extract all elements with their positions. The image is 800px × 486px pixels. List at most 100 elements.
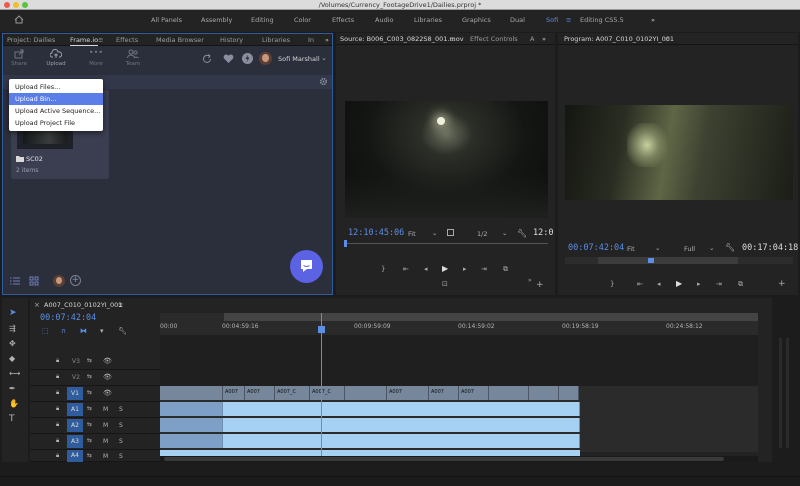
audio-clip[interactable] xyxy=(223,418,580,432)
team-tool[interactable]: Team xyxy=(120,49,146,67)
program-go-to-in-icon[interactable]: ⇤ xyxy=(637,280,643,288)
source-step-back-icon[interactable]: ◂ xyxy=(424,265,428,273)
source-playhead[interactable] xyxy=(344,240,347,247)
slip-tool-icon[interactable]: ⟷ xyxy=(9,369,20,378)
track-target-a3[interactable]: A3 xyxy=(67,435,83,448)
tab-program[interactable]: Program: A007_C010_0102YI_001 xyxy=(564,33,674,45)
tab-audio-clip-mixer[interactable]: A xyxy=(530,33,534,45)
source-scrub-bar[interactable] xyxy=(345,243,548,244)
tab-media-browser[interactable]: Media Browser xyxy=(156,34,204,46)
lightning-icon[interactable] xyxy=(242,53,253,64)
ripple-edit-tool-icon[interactable]: ✥ xyxy=(9,339,16,348)
tab-program-menu-icon[interactable]: ≡ xyxy=(665,33,670,45)
video-clip[interactable]: A007 xyxy=(387,386,429,400)
track-header-v3[interactable]: 🔒︎ V3 ⇆ 👁︎ xyxy=(30,354,160,370)
video-clip[interactable]: A007 xyxy=(459,386,489,400)
timeline-playhead[interactable] xyxy=(318,313,326,456)
program-video-frame[interactable] xyxy=(565,105,793,200)
program-lift-icon[interactable]: ⧉ xyxy=(738,280,743,289)
solo-button[interactable]: S xyxy=(119,453,123,460)
snap-icon[interactable]: ∩ xyxy=(61,327,66,335)
program-timecode[interactable]: 00:07:42:04 xyxy=(568,243,624,253)
audio-clip[interactable] xyxy=(160,402,223,416)
source-resolution-chevron-icon[interactable]: ⌄ xyxy=(502,229,507,237)
audio-clip[interactable] xyxy=(223,402,580,416)
solo-button[interactable]: S xyxy=(119,422,123,429)
more-tabs-icon[interactable]: » xyxy=(325,34,329,46)
tab-source-menu-icon[interactable]: ≡ xyxy=(450,33,455,45)
program-wrench-icon[interactable]: 🔧︎ xyxy=(725,243,735,252)
workspace-menu-icon[interactable]: ≡ xyxy=(566,10,571,30)
mute-button[interactable]: M xyxy=(103,453,108,460)
sync-lock-icon[interactable]: ⇆ xyxy=(87,373,92,380)
tab-source[interactable]: Source: B006_C003_0822S8_001.mov xyxy=(340,33,464,45)
track-header-a3[interactable]: 🔒︎ A3 ⇆ M S xyxy=(30,434,160,450)
workspace-graphics[interactable]: Graphics xyxy=(462,10,491,30)
tab-frameio-menu-icon[interactable]: ≡ xyxy=(98,34,103,46)
timeline-settings-wrench-icon[interactable]: 🔧︎ xyxy=(118,327,127,335)
workspace-effects[interactable]: Effects xyxy=(332,10,354,30)
track-header-a4[interactable]: 🔒︎ A4 ⇆ M S xyxy=(30,450,160,462)
mute-button[interactable]: M xyxy=(103,406,108,413)
sync-lock-icon[interactable]: ⇆ xyxy=(87,437,92,444)
track-header-v1[interactable]: 🔒︎ V1 ⇆ 👁︎ xyxy=(30,386,160,402)
avatar[interactable] xyxy=(259,52,272,65)
user-avatar-small[interactable] xyxy=(53,275,65,287)
source-go-to-in-icon[interactable]: ⇤ xyxy=(403,265,409,273)
audio-clip[interactable] xyxy=(160,418,223,432)
time-ruler[interactable]: 00:00 00:04:59:16 00:09:59:09 00:14:59:0… xyxy=(160,313,758,335)
program-go-to-out-icon[interactable]: ⇥ xyxy=(716,280,722,288)
program-zoom-chevron-icon[interactable]: ⌄ xyxy=(655,244,660,252)
solo-button[interactable]: S xyxy=(119,438,123,445)
source-resolution-select[interactable]: 1/2 xyxy=(477,230,487,238)
tab-libraries[interactable]: Libraries xyxy=(262,34,290,46)
program-step-back-icon[interactable]: ◂ xyxy=(657,280,661,288)
user-name[interactable]: Sofi Marshall xyxy=(278,55,320,63)
sequence-menu-icon[interactable]: ≡ xyxy=(118,301,123,309)
track-select-tool-icon[interactable]: ⇶ xyxy=(9,324,16,333)
workspace-all-panels[interactable]: All Panels xyxy=(151,10,182,30)
nest-icon[interactable]: ⬚ xyxy=(42,327,49,335)
program-playhead[interactable] xyxy=(648,258,654,263)
grid-view-icon[interactable] xyxy=(29,276,39,286)
timeline-scrollbar[interactable] xyxy=(160,456,758,462)
program-quality-chevron-icon[interactable]: ⌄ xyxy=(709,244,714,252)
upload-active-sequence-menu-item[interactable]: Upload Active Sequence... xyxy=(9,105,103,117)
upload-project-file-menu-item[interactable]: Upload Project File xyxy=(9,117,103,129)
mute-button[interactable]: M xyxy=(103,438,108,445)
track-header-a1[interactable]: 🔒︎ A1 ⇆ M S xyxy=(30,402,160,418)
type-tool-icon[interactable]: T xyxy=(9,414,15,424)
video-clip[interactable] xyxy=(489,386,529,400)
program-quality-select[interactable]: Full xyxy=(684,245,695,253)
lock-icon[interactable]: 🔒︎ xyxy=(56,389,59,397)
upload-bin-menu-item[interactable]: Upload Bin... xyxy=(9,93,103,105)
tab-project[interactable]: Project: Dailies xyxy=(7,34,55,46)
work-area-bar[interactable] xyxy=(224,313,758,321)
sync-lock-icon[interactable]: ⇆ xyxy=(87,405,92,412)
video-clip[interactable]: A007 xyxy=(429,386,459,400)
program-zoom-select[interactable]: Fit xyxy=(627,245,635,253)
solo-button[interactable]: S xyxy=(119,406,123,413)
tab-history[interactable]: History xyxy=(220,34,243,46)
workspace-assembly[interactable]: Assembly xyxy=(201,10,232,30)
hand-tool-icon[interactable]: ✋ xyxy=(9,399,19,408)
lock-icon[interactable]: 🔒︎ xyxy=(56,437,59,445)
sync-lock-icon[interactable]: ⇆ xyxy=(87,389,92,396)
more-tool[interactable]: ••• More xyxy=(83,49,109,68)
track-target-a2[interactable]: A2 xyxy=(67,419,83,432)
workspace-color[interactable]: Color xyxy=(294,10,311,30)
upload-tool[interactable]: Upload xyxy=(43,49,69,67)
video-clip[interactable]: A007_C xyxy=(310,386,345,400)
source-zoom-select[interactable]: Fit xyxy=(408,230,416,238)
video-clip[interactable] xyxy=(559,386,579,400)
chat-fab-button[interactable] xyxy=(290,250,323,283)
upload-files-menu-item[interactable]: Upload Files... xyxy=(9,81,103,93)
selection-tool-icon[interactable]: ➤ xyxy=(9,308,17,318)
eye-icon[interactable]: 👁︎ xyxy=(103,373,112,381)
track-header-v2[interactable]: 🔒︎ V2 ⇆ 👁︎ xyxy=(30,370,160,386)
mute-button[interactable]: M xyxy=(103,422,108,429)
lock-icon[interactable]: 🔒︎ xyxy=(56,421,59,429)
track-target-a1[interactable]: A1 xyxy=(67,403,83,416)
video-clip[interactable] xyxy=(160,386,223,400)
lock-icon[interactable]: 🔒︎ xyxy=(56,405,59,413)
